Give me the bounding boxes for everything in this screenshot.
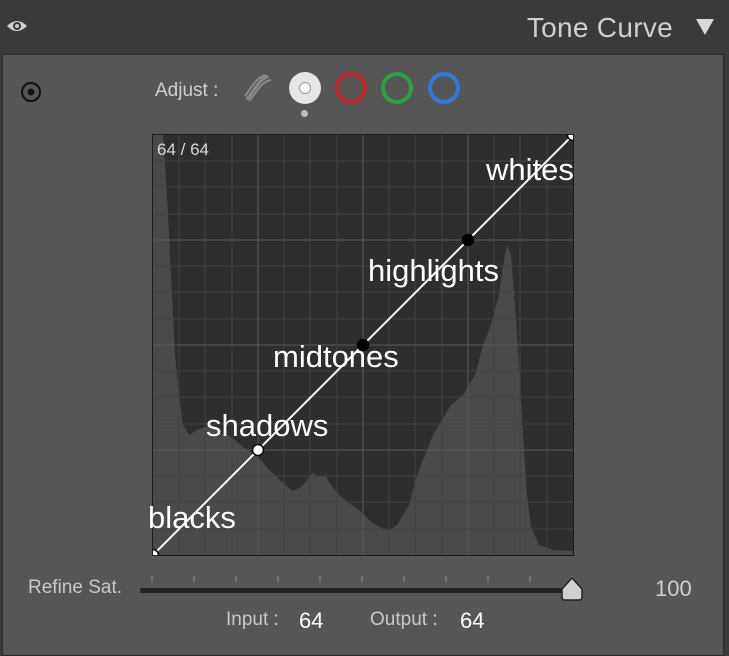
label-blacks: blacks — [148, 500, 236, 535]
curve-point-highlights[interactable] — [461, 233, 475, 247]
panel-header: Tone Curve — [0, 0, 729, 54]
refine-sat-slider-thumb[interactable] — [560, 577, 584, 601]
point-curve-icon[interactable] — [289, 72, 321, 104]
output-value[interactable]: 64 — [460, 608, 484, 634]
label-whites: whites — [486, 152, 574, 187]
green-channel-icon[interactable] — [381, 72, 413, 104]
target-adjustment-icon[interactable] — [20, 81, 42, 103]
eye-icon[interactable] — [6, 18, 28, 34]
input-value[interactable]: 64 — [299, 608, 323, 634]
refine-sat-label: Refine Sat. — [28, 577, 122, 598]
selected-channel-indicator — [301, 110, 308, 117]
curve-readout: 64 / 64 — [157, 140, 209, 159]
refine-sat-slider-track[interactable] — [140, 588, 580, 593]
red-channel-icon[interactable] — [335, 72, 367, 104]
input-label: Input : — [226, 609, 279, 630]
label-highlights: highlights — [368, 253, 499, 288]
adjust-label: Adjust : — [155, 80, 219, 101]
label-midtones: midtones — [273, 339, 399, 374]
blue-channel-icon[interactable] — [428, 72, 460, 104]
label-shadows: shadows — [206, 408, 329, 443]
curve-point-shadows[interactable] — [251, 443, 265, 457]
refine-sat-value[interactable]: 100 — [655, 576, 692, 602]
output-label: Output : — [370, 609, 438, 630]
triangle-down-icon[interactable] — [695, 18, 715, 36]
parametric-curve-icon[interactable] — [242, 72, 274, 104]
panel-title[interactable]: Tone Curve — [527, 12, 673, 44]
